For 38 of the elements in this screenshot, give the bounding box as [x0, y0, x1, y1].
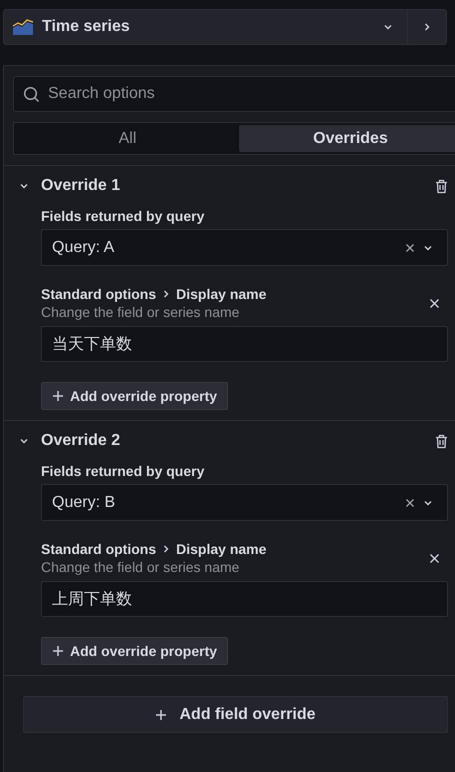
property-category: Standard options: [41, 286, 156, 302]
clear-icon[interactable]: [405, 498, 415, 508]
select-value: Query: B: [52, 494, 116, 512]
override-title[interactable]: Override 1: [41, 177, 435, 195]
field-label: Fields returned by query: [41, 463, 206, 479]
add-property-button[interactable]: Add override property: [41, 382, 228, 410]
plus-icon: [155, 708, 168, 720]
visualization-name: Time series: [42, 18, 131, 36]
trash-icon[interactable]: [435, 434, 448, 448]
chart-icon: [12, 18, 34, 36]
clear-icon[interactable]: [405, 242, 415, 252]
display-name-field[interactable]: 当天下单数: [41, 326, 448, 362]
field-label: Fields returned by query: [41, 208, 206, 224]
visualization-picker[interactable]: Time series: [3, 9, 407, 45]
add-field-override-button[interactable]: Add field override: [23, 696, 448, 733]
plus-icon: [52, 645, 64, 657]
display-name-field[interactable]: 上周下单数: [41, 581, 448, 617]
plus-icon: [52, 390, 64, 402]
close-icon[interactable]: [429, 298, 440, 308]
property-category: Standard options: [41, 541, 156, 557]
tab[interactable]: All: [16, 125, 239, 152]
search-field[interactable]: Search options: [13, 76, 455, 112]
property-name: Display name: [176, 541, 266, 557]
add-property-button[interactable]: Add override property: [41, 637, 228, 665]
property-description: Change the field or series name: [41, 559, 240, 575]
trash-icon[interactable]: [435, 178, 448, 194]
chevron-right-icon: [422, 22, 432, 32]
select-value: Query: A: [52, 238, 116, 256]
property-name: Display name: [176, 286, 266, 302]
property-description: Change the field or series name: [41, 304, 240, 320]
query-select[interactable]: Query: A: [41, 229, 448, 266]
tab[interactable]: Overrides: [239, 125, 455, 152]
chevron-down-icon[interactable]: [19, 436, 29, 446]
override-title[interactable]: Override 2: [41, 432, 435, 450]
query-select[interactable]: Query: B: [41, 484, 448, 521]
chevron-down-icon[interactable]: [19, 181, 29, 191]
close-icon[interactable]: [429, 552, 440, 564]
chevron-down-icon[interactable]: [383, 22, 393, 32]
